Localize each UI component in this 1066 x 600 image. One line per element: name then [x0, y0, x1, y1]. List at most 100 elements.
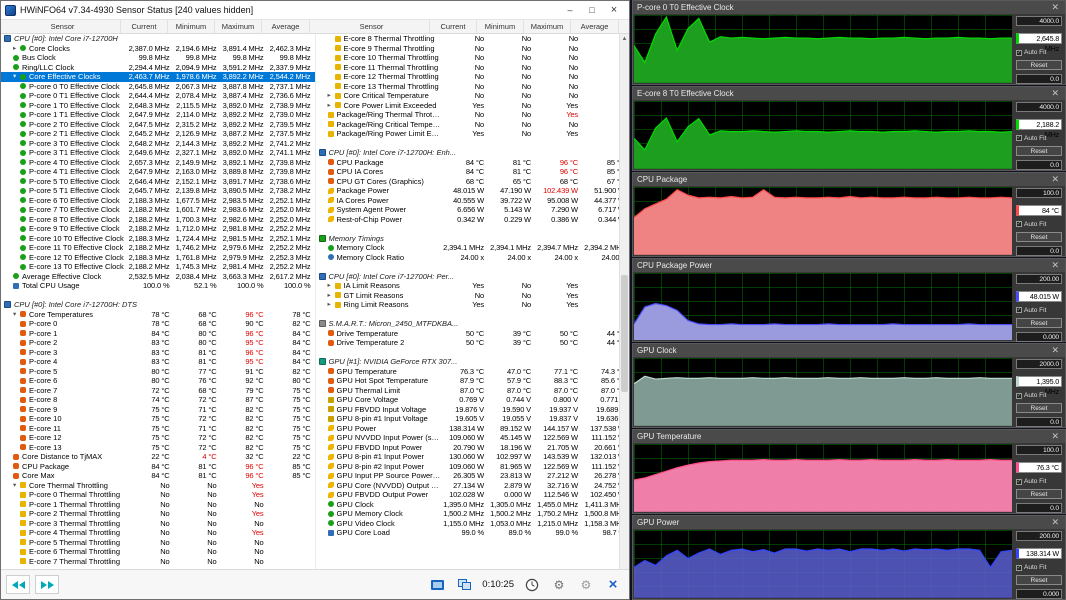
sensor-row-p-core-1[interactable]: P-core 184 °C80 °C96 °C84 °C — [1, 329, 315, 339]
sensor-row-ia-limit-reasons[interactable]: ▸IA Limit ReasonsYesNoYes — [316, 281, 630, 291]
sensor-row-e-core-6-t0-effective-clock[interactable]: E-core 6 T0 Effective Clock2,188.3 MHz1,… — [1, 196, 315, 206]
sensor-group-cpu-0-intel-core-i7-12700h-dts[interactable]: CPU [#0]: Intel Core i7-12700H: DTS — [1, 300, 315, 310]
sensor-row-e-core-10-thermal-throttling[interactable]: E-core 10 Thermal ThrottlingNoNoNo — [316, 53, 630, 63]
sensor-row-gpu-core-voltage[interactable]: GPU Core Voltage0.769 V0.744 V0.800 V0.7… — [316, 395, 630, 405]
sensor-row-e-core-12[interactable]: E-core 1275 °C72 °C82 °C75 °C — [1, 433, 315, 443]
sensor-row-e-core-12-t0-effective-clock[interactable]: E-core 12 T0 Effective Clock2,188.3 MHz1… — [1, 253, 315, 263]
expander-icon[interactable]: ▸ — [328, 300, 335, 310]
panel-close-icon[interactable]: ✕ — [1049, 345, 1061, 356]
sensor-row-cpu-package[interactable]: CPU Package84 °C81 °C96 °C85 °C — [1, 462, 315, 472]
checkbox-icon[interactable]: ✓ — [1016, 393, 1022, 399]
axis-min-input[interactable]: 0.0 — [1016, 74, 1062, 84]
sensor-row-e-core-8-t0-effective-clock[interactable]: E-core 8 T0 Effective Clock2,188.2 MHz1,… — [1, 215, 315, 225]
sensor-row-e-core-8-thermal-throttling[interactable]: E-core 8 Thermal ThrottlingNoNoNo — [316, 34, 630, 44]
axis-max-input[interactable]: 100.0 — [1016, 445, 1062, 455]
sensor-row-p-core-1-t1-effective-clock[interactable]: P-core 1 T1 Effective Clock2,647.9 MHz2,… — [1, 110, 315, 120]
checkbox-icon[interactable]: ✓ — [1016, 135, 1022, 141]
sensor-row-gpu-nvvdd-input-power-sum[interactable]: GPU NVVDD Input Power (sum)109.060 W45.1… — [316, 433, 630, 443]
reset-button[interactable]: Reset — [1016, 60, 1062, 70]
axis-min-input[interactable]: 0.000 — [1016, 589, 1062, 599]
sensor-row-core-temperatures[interactable]: ▾Core Temperatures78 °C68 °C96 °C78 °C — [1, 310, 315, 320]
column-maximum[interactable]: Maximum — [215, 20, 262, 33]
sensor-row-cpu-package[interactable]: CPU Package84 °C81 °C96 °C85 °C — [316, 158, 630, 168]
reset-clock-button[interactable] — [521, 575, 543, 594]
sensor-row-p-core-0-thermal-throttling[interactable]: P-core 0 Thermal ThrottlingNoNoYes — [1, 490, 315, 500]
sensor-row-gt-limit-reasons[interactable]: ▸GT Limit ReasonsNoNoYes — [316, 291, 630, 301]
sensor-row-core-distance-to-tjmax[interactable]: Core Distance to TjMAX22 °C4 °C32 °C22 °… — [1, 452, 315, 462]
panel-close-icon[interactable]: ✕ — [1049, 2, 1061, 13]
window-titlebar[interactable]: HWiNFO64 v7.34-4930 Sensor Status [240 v… — [1, 1, 629, 20]
expander-icon[interactable]: ▸ — [328, 101, 335, 111]
sensor-row-p-core-1-thermal-throttling[interactable]: P-core 1 Thermal ThrottlingNoNoNo — [1, 500, 315, 510]
sensor-row-memory-clock-ratio[interactable]: Memory Clock Ratio24.00 x24.00 x24.00 x2… — [316, 253, 630, 263]
sensor-row-p-core-3-t0-effective-clock[interactable]: P-core 3 T0 Effective Clock2,648.2 MHz2,… — [1, 139, 315, 149]
graph-panel-titlebar[interactable]: E-core 8 T0 Effective Clock✕ — [633, 87, 1065, 100]
reset-button[interactable]: Reset — [1016, 575, 1062, 585]
sensor-row-gpu-8-pin-1-input-voltage[interactable]: GPU 8-pin #1 Input Voltage19.605 V19.055… — [316, 414, 630, 424]
sensor-row-e-core-11[interactable]: E-core 1175 °C71 °C82 °C75 °C — [1, 424, 315, 434]
axis-min-input[interactable]: 0.0 — [1016, 417, 1062, 427]
sensor-row-e-core-12-thermal-throttling[interactable]: E-core 12 Thermal ThrottlingNoNoNo — [316, 72, 630, 82]
sensor-row-gpu-core-nvvdd-output-power[interactable]: GPU Core (NVVDD) Output Power27.134 W2.8… — [316, 481, 630, 491]
sensor-row-p-core-4-t1-effective-clock[interactable]: P-core 4 T1 Effective Clock2,647.9 MHz2,… — [1, 167, 315, 177]
sensor-row-drive-temperature-2[interactable]: Drive Temperature 250 °C39 °C50 °C44 °C — [316, 338, 630, 348]
sensor-row-gpu-hot-spot-temperature[interactable]: GPU Hot Spot Temperature87.9 °C57.9 °C88… — [316, 376, 630, 386]
expander-icon[interactable]: ▸ — [328, 91, 335, 101]
graph-panel-titlebar[interactable]: CPU Package Power✕ — [633, 259, 1065, 272]
expander-icon[interactable]: ▸ — [13, 44, 20, 54]
maximize-button[interactable]: □ — [581, 2, 603, 19]
sensor-row-package-power[interactable]: Package Power48.015 W47.190 W102.439 W51… — [316, 186, 630, 196]
sensor-row-p-core-2-t0-effective-clock[interactable]: P-core 2 T0 Effective Clock2,647.5 MHz2,… — [1, 120, 315, 130]
graph-panel-titlebar[interactable]: CPU Package✕ — [633, 173, 1065, 186]
checkbox-icon[interactable]: ✓ — [1016, 479, 1022, 485]
sensor-row-rest-of-chip-power[interactable]: Rest-of-Chip Power0.342 W0.229 W0.386 W0… — [316, 215, 630, 225]
panel-close-icon[interactable]: ✕ — [1049, 260, 1061, 271]
sensor-row-cpu-ia-cores[interactable]: CPU IA Cores84 °C81 °C96 °C85 °C — [316, 167, 630, 177]
axis-max-input[interactable]: 200.00 — [1016, 531, 1062, 541]
sensor-row-p-core-5-t1-effective-clock[interactable]: P-core 5 T1 Effective Clock2,645.7 MHz2,… — [1, 186, 315, 196]
sensor-row-e-core-7-t0-effective-clock[interactable]: E-core 7 T0 Effective Clock2,188.2 MHz1,… — [1, 205, 315, 215]
axis-max-input[interactable]: 4000.0 — [1016, 102, 1062, 112]
sensor-row-e-core-10-t0-effective-clock[interactable]: E-core 10 T0 Effective Clock2,188.3 MHz1… — [1, 234, 315, 244]
sensor-row-cpu-gt-cores-graphics[interactable]: CPU GT Cores (Graphics)68 °C65 °C68 °C67… — [316, 177, 630, 187]
sensor-row-ring-llc-clock[interactable]: Ring/LLC Clock2,294.4 MHz2,094.9 MHz3,59… — [1, 63, 315, 73]
sensor-row-e-core-9-thermal-throttling[interactable]: E-core 9 Thermal ThrottlingNoNoNo — [316, 44, 630, 54]
expander-icon[interactable]: ▸ — [328, 281, 335, 291]
sensor-group-cpu-0-intel-core-i7-12700h[interactable]: CPU [#0]: Intel Core i7-12700H — [1, 34, 315, 44]
column-maximum[interactable]: Maximum — [524, 20, 571, 33]
expander-icon[interactable]: ▸ — [328, 291, 335, 301]
sensor-row-p-core-5-t0-effective-clock[interactable]: P-core 5 T0 Effective Clock2,646.4 MHz2,… — [1, 177, 315, 187]
sensor-row-core-effective-clocks[interactable]: ▾Core Effective Clocks2,463.7 MHz1,978.6… — [1, 72, 315, 82]
sensor-row-e-core-13-t0-effective-clock[interactable]: E-core 13 T0 Effective Clock2,188.2 MHz1… — [1, 262, 315, 272]
layout-button[interactable] — [453, 575, 475, 594]
close-sensors-button[interactable]: × — [602, 575, 624, 594]
checkbox-icon[interactable]: ✓ — [1016, 221, 1022, 227]
sensor-row-e-core-7[interactable]: E-core 772 °C68 °C79 °C75 °C — [1, 386, 315, 396]
sensor-row-package-ring-thermal-throttling[interactable]: Package/Ring Thermal ThrottlingNoNoYes — [316, 110, 630, 120]
sensor-row-bus-clock[interactable]: Bus Clock99.8 MHz99.8 MHz99.8 MHz99.8 MH… — [1, 53, 315, 63]
reset-button[interactable]: Reset — [1016, 489, 1062, 499]
panel-close-icon[interactable]: ✕ — [1049, 517, 1061, 528]
checkbox-icon[interactable]: ✓ — [1016, 307, 1022, 313]
sensor-row-average-effective-clock[interactable]: Average Effective Clock2,532.5 MHz2,038.… — [1, 272, 315, 282]
sensor-group-memory-timings[interactable]: Memory Timings — [316, 234, 630, 244]
sensor-row-gpu-8-pin-1-input-power[interactable]: GPU 8-pin #1 Input Power130.060 W102.997… — [316, 452, 630, 462]
graph-panel-titlebar[interactable]: P-core 0 T0 Effective Clock✕ — [633, 1, 1065, 14]
axis-min-input[interactable]: 0.0 — [1016, 160, 1062, 170]
expander-icon[interactable]: ▾ — [13, 72, 20, 82]
column-current[interactable]: Current — [121, 20, 168, 33]
reset-button[interactable]: Reset — [1016, 146, 1062, 156]
sensor-row-gpu-memory-clock[interactable]: GPU Memory Clock1,500.2 MHz1,500.2 MHz1,… — [316, 509, 630, 519]
sensor-row-e-core-6-thermal-throttling[interactable]: E-core 6 Thermal ThrottlingNoNoNo — [1, 547, 315, 557]
sensor-row-core-critical-temperature[interactable]: ▸Core Critical TemperatureNoNoNo — [316, 91, 630, 101]
sensor-row-p-core-3-t1-effective-clock[interactable]: P-core 3 T1 Effective Clock2,649.6 MHz2,… — [1, 148, 315, 158]
auto-fit-toggle[interactable]: ✓Auto Fit — [1016, 307, 1062, 314]
sensor-row-e-core-6[interactable]: E-core 680 °C76 °C92 °C80 °C — [1, 376, 315, 386]
sensor-row-p-core-5[interactable]: P-core 580 °C77 °C91 °C82 °C — [1, 367, 315, 377]
sensor-row-p-core-3[interactable]: P-core 383 °C81 °C96 °C84 °C — [1, 348, 315, 358]
reset-button[interactable]: Reset — [1016, 318, 1062, 328]
sensor-row-e-core-13[interactable]: E-core 1375 °C72 °C82 °C75 °C — [1, 443, 315, 453]
sensor-row-e-core-8[interactable]: E-core 874 °C72 °C87 °C75 °C — [1, 395, 315, 405]
sensor-row-p-core-0[interactable]: P-core 078 °C68 °C90 °C82 °C — [1, 319, 315, 329]
auto-fit-toggle[interactable]: ✓Auto Fit — [1016, 221, 1062, 228]
